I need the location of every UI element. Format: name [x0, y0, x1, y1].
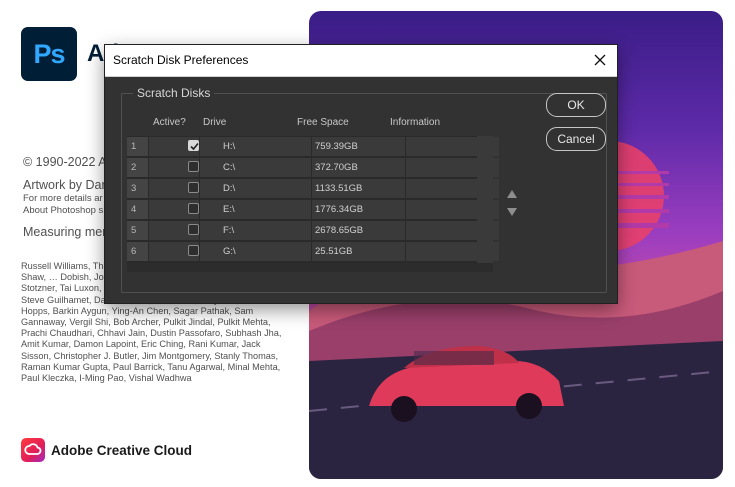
drive-cell: C:\ — [200, 158, 311, 177]
column-header-drive: Drive — [203, 117, 227, 128]
drive-cell: E:\ — [200, 200, 311, 219]
copyright-text: © 1990-2022 A — [23, 155, 107, 169]
free-space-cell: 759.39GB — [312, 137, 405, 156]
vertical-scrollbar[interactable] — [477, 136, 493, 263]
table-row[interactable]: 5 F:\ 2678.65GB — [127, 220, 499, 241]
active-checkbox[interactable] — [188, 182, 199, 193]
group-title: Scratch Disks — [133, 86, 215, 100]
free-space-cell: 1133.51GB — [312, 179, 405, 198]
drive-cell: H:\ — [200, 137, 311, 156]
row-number: 2 — [127, 158, 148, 177]
more-details-line: For more details ar — [23, 193, 103, 204]
table-row[interactable]: 1 H:\ 759.39GB — [127, 136, 499, 157]
active-checkbox[interactable] — [188, 161, 199, 172]
column-header-information: Information — [390, 117, 441, 128]
table-row[interactable]: 6 G:\ 25.51GB — [127, 241, 499, 262]
free-space-cell: 372.70GB — [312, 158, 405, 177]
cancel-button[interactable]: Cancel — [546, 127, 606, 151]
row-number: 6 — [127, 242, 148, 261]
triangle-down-icon[interactable] — [506, 204, 518, 216]
row-number: 1 — [127, 137, 148, 156]
column-header-active: Active? — [153, 117, 186, 128]
row-number: 5 — [127, 221, 148, 240]
active-checkbox[interactable] — [188, 224, 199, 235]
drive-cell: F:\ — [200, 221, 311, 240]
more-details-text: For more details ar About Photoshop s — [23, 193, 103, 216]
column-header-free-space: Free Space — [297, 117, 349, 128]
active-checkbox[interactable] — [188, 140, 199, 151]
scratch-disk-dialog: Scratch Disk Preferences Scratch Disks A… — [105, 45, 617, 303]
row-number: 4 — [127, 200, 148, 219]
dialog-title: Scratch Disk Preferences — [113, 53, 249, 67]
creative-cloud-label: Adobe Creative Cloud — [51, 443, 193, 458]
scratch-disk-table: 1 H:\ 759.39GB 2 C:\ 372.70GB 3 D:\ 1133… — [127, 136, 499, 263]
artwork-credit: Artwork by Dar — [23, 178, 106, 192]
drive-cell: D:\ — [200, 179, 311, 198]
about-line: About Photoshop s — [23, 204, 104, 216]
triangle-up-icon[interactable] — [506, 186, 518, 198]
active-checkbox[interactable] — [188, 203, 199, 214]
dialog-titlebar[interactable]: Scratch Disk Preferences — [105, 45, 617, 77]
free-space-cell: 25.51GB — [312, 242, 405, 261]
active-checkbox[interactable] — [188, 245, 199, 256]
table-row[interactable]: 4 E:\ 1776.34GB — [127, 199, 499, 220]
ok-button[interactable]: OK — [546, 93, 606, 117]
free-space-cell: 1776.34GB — [312, 200, 405, 219]
measuring-text: Measuring mer — [23, 225, 107, 239]
free-space-cell: 2678.65GB — [312, 221, 405, 240]
close-icon[interactable] — [591, 51, 609, 69]
photoshop-logo: Ps — [21, 27, 77, 81]
row-number: 3 — [127, 179, 148, 198]
table-row[interactable]: 3 D:\ 1133.51GB — [127, 178, 499, 199]
photoshop-logo-text: Ps — [33, 38, 65, 69]
drive-cell: G:\ — [200, 242, 311, 261]
creative-cloud-icon — [21, 438, 45, 462]
horizontal-scrollbar[interactable] — [127, 263, 493, 272]
table-row[interactable]: 2 C:\ 372.70GB — [127, 157, 499, 178]
